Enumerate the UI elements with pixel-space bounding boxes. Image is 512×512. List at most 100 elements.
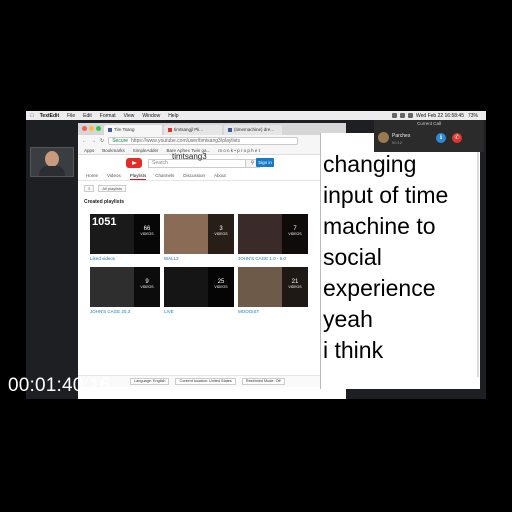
playlist-card[interactable]: 25 VIDEOS LIVE: [164, 267, 234, 314]
reload-icon[interactable]: ↻: [100, 138, 104, 144]
caption-line: input of time: [323, 182, 449, 208]
forward-icon[interactable]: →: [91, 138, 96, 144]
playlist-title[interactable]: MOOGIST: [238, 309, 308, 314]
menu-file[interactable]: File: [67, 113, 75, 119]
bookmark-item[interactable]: m o n k • p r o p h e t: [218, 148, 260, 153]
call-panel-header: Current Call: [416, 121, 441, 126]
bookmark-item[interactable]: Bookmarks: [102, 148, 125, 153]
playlist-card[interactable]: 3 VIDEOS WALL2: [164, 214, 234, 261]
video-count-overlay: 21 VIDEOS: [282, 267, 308, 307]
person-body: [39, 166, 65, 176]
youtube-footer-bar: Language: English Content location: Unit…: [78, 375, 346, 387]
tab-discussion[interactable]: Discussion: [183, 171, 205, 180]
browser-tab[interactable]: Tim Tsang: [104, 125, 162, 135]
tray-icon[interactable]: [399, 113, 405, 118]
url-text: https://www.youtube.com/user/timtsang3/p…: [131, 138, 240, 144]
restricted-mode-button[interactable]: Restricted Mode: Off: [241, 378, 285, 385]
browser-tab-strip: Tim Tsang timtsangjl Pli... (timemachine…: [78, 123, 346, 135]
video-count-overlay: 9 VIDEOS: [134, 267, 160, 307]
menu-window[interactable]: Window: [142, 113, 160, 119]
playlist-thumbnail[interactable]: 21 VIDEOS: [238, 267, 308, 307]
videos-label: VIDEOS: [214, 232, 228, 236]
sort-icon[interactable]: ≡: [84, 184, 95, 192]
playlist-thumbnail[interactable]: 7 VIDEOS: [238, 214, 308, 254]
caption-text: changing input of time machine to social…: [323, 149, 448, 366]
menubar-app-name[interactable]: TextEdit: [40, 113, 59, 119]
caption-line: experience: [323, 275, 436, 301]
mac-menubar:  TextEdit File Edit Format View Window …: [26, 111, 486, 120]
textedit-document[interactable]: changing input of time machine to social…: [320, 133, 480, 389]
videos-label: VIDEOS: [288, 232, 302, 236]
browser-tab[interactable]: timtsangjl Pli...: [164, 125, 222, 135]
menubar-status-area: Wed Feb 22 16:58:45 73%: [391, 111, 482, 120]
scrollbar[interactable]: [477, 137, 479, 377]
secure-badge: Secure: [112, 138, 129, 144]
call-info-button[interactable]: ℹ: [436, 133, 446, 143]
browser-window: Tim Tsang timtsangjl Pli... (timemachine…: [78, 123, 346, 399]
facebook-icon: [228, 127, 232, 132]
caption-line: yeah: [323, 306, 373, 332]
youtube-icon: [168, 127, 172, 132]
call-duration: 00:12: [392, 140, 403, 145]
language-button[interactable]: Language: English: [130, 378, 170, 385]
tray-icon[interactable]: [391, 113, 397, 118]
playlist-title[interactable]: LIVE: [164, 309, 234, 314]
back-icon[interactable]: ←: [82, 138, 87, 144]
person-head: [45, 151, 59, 167]
wifi-icon[interactable]: [407, 113, 413, 118]
tab-playlists[interactable]: Playlists: [129, 171, 147, 180]
tab-label: Tim Tsang: [114, 127, 135, 132]
caption-line: changing: [323, 151, 417, 177]
menu-edit[interactable]: Edit: [83, 113, 92, 119]
zoom-window-button[interactable]: [96, 126, 101, 131]
browser-tab[interactable]: (timemachine) dre...: [224, 125, 282, 135]
thumbnail-text: 1051: [92, 216, 117, 228]
video-count-overlay: 25 VIDEOS: [208, 267, 234, 307]
playlist-title[interactable]: JOHN'S CAGE 20.3: [90, 309, 160, 314]
window-controls: [82, 126, 103, 131]
playlist-card[interactable]: 7 VIDEOS JOHN'S CAGE 1.0 - 9.0: [238, 214, 308, 261]
playlist-card[interactable]: 9 VIDEOS JOHN'S CAGE 20.3: [90, 267, 160, 314]
playlist-thumbnail[interactable]: 3 VIDEOS: [164, 214, 234, 254]
tab-videos[interactable]: Videos: [107, 171, 121, 180]
address-bar-row: ← → ↻ Secure https://www.youtube.com/user…: [78, 135, 346, 147]
battery-level[interactable]: 73%: [468, 113, 478, 119]
sign-in-button[interactable]: Sign in: [256, 158, 274, 167]
playlist-card[interactable]: 21 VIDEOS MOOGIST: [238, 267, 308, 314]
bookmark-item[interactable]: Apps: [84, 148, 94, 153]
playlist-card[interactable]: 1051 66 VIDEOS Liked videos: [90, 214, 160, 261]
facebook-icon: [108, 127, 112, 132]
apple-icon[interactable]: : [30, 113, 34, 119]
menu-help[interactable]: Help: [168, 113, 178, 119]
videos-label: VIDEOS: [214, 285, 228, 289]
playlist-title[interactable]: JOHN'S CAGE 1.0 - 9.0: [238, 256, 308, 261]
tab-label: timtsangjl Pli...: [174, 127, 204, 132]
videos-label: VIDEOS: [140, 285, 154, 289]
youtube-header: timtsang3 Search ⚲ Sign in: [78, 152, 346, 171]
end-call-button[interactable]: ✆: [452, 133, 462, 143]
playlist-title[interactable]: Liked videos: [90, 256, 160, 261]
menubar-clock[interactable]: Wed Feb 22 16:58:45: [416, 113, 464, 119]
videos-label: VIDEOS: [288, 285, 302, 289]
tab-about[interactable]: About: [214, 171, 226, 180]
content-location-button[interactable]: Content location: United States: [175, 378, 236, 385]
tab-home[interactable]: Home: [86, 171, 98, 180]
playlist-thumbnail[interactable]: 1051 66 VIDEOS: [90, 214, 160, 254]
tab-channels[interactable]: Channels: [155, 171, 174, 180]
menu-view[interactable]: View: [124, 113, 135, 119]
created-playlists-heading: Created playlists: [84, 199, 125, 205]
all-playlists-dropdown[interactable]: All playlists: [98, 184, 127, 192]
playlist-thumbnail[interactable]: 9 VIDEOS: [90, 267, 160, 307]
url-field[interactable]: Secure https://www.youtube.com/user/timts…: [108, 137, 299, 145]
current-call-panel: Current Call Parches 00:12 ℹ ✆: [374, 120, 484, 152]
minimize-window-button[interactable]: [89, 126, 94, 131]
youtube-logo-icon[interactable]: [126, 158, 142, 168]
playlist-filters: ≡ All playlists: [78, 181, 346, 195]
close-window-button[interactable]: [82, 126, 87, 131]
menu-format[interactable]: Format: [100, 113, 116, 119]
bookmark-item[interactable]: SimpleAdder: [133, 148, 159, 153]
caption-line: machine to: [323, 213, 436, 239]
playlist-title[interactable]: WALL2: [164, 256, 234, 261]
caller-name: Parches: [392, 133, 411, 139]
playlist-thumbnail[interactable]: 25 VIDEOS: [164, 267, 234, 307]
